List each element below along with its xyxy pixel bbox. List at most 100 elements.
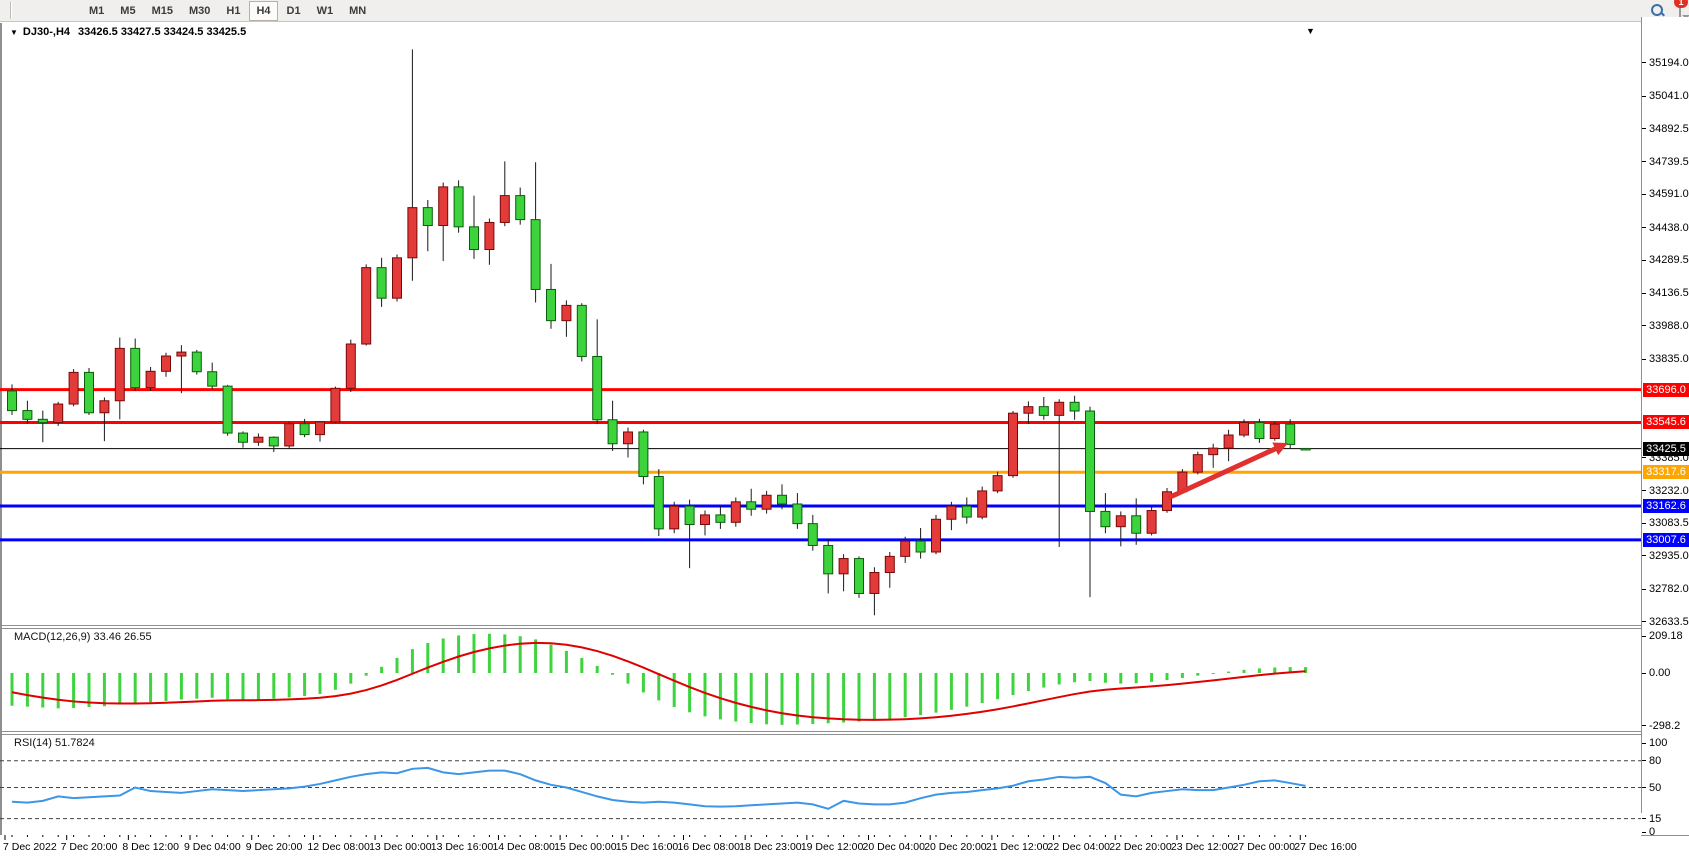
- candle: [531, 162, 540, 302]
- time-label: 23 Dec 12:00: [1171, 841, 1233, 853]
- time-label: 20 Dec 20:00: [924, 841, 986, 853]
- candle-body: [1039, 407, 1048, 416]
- timeframe-button-w1[interactable]: W1: [310, 1, 341, 21]
- time-label: 14 Dec 08:00: [492, 841, 554, 853]
- price-tick: 34892.5: [1642, 123, 1689, 135]
- candle: [38, 411, 47, 443]
- macd-histogram-bar: [904, 673, 907, 717]
- price-pane[interactable]: [0, 40, 1641, 625]
- price-badge: 33696.0: [1643, 383, 1689, 397]
- time-axis[interactable]: 7 Dec 20227 Dec 20:008 Dec 12:009 Dec 04…: [0, 835, 1641, 861]
- macd-histogram-bar: [842, 673, 845, 723]
- candle-body: [608, 420, 617, 444]
- macd-histogram-bar: [781, 673, 784, 725]
- candle: [716, 506, 725, 529]
- macd-histogram-bar: [550, 645, 553, 673]
- candle-body: [208, 372, 217, 386]
- notification-badge: 1: [1674, 0, 1688, 8]
- pane-divider[interactable]: [0, 625, 1689, 626]
- candle: [239, 431, 248, 447]
- timeframe-button-m1[interactable]: M1: [82, 1, 111, 21]
- candle: [146, 367, 155, 391]
- candle: [1147, 506, 1156, 535]
- timeframe-button-d1[interactable]: D1: [280, 1, 308, 21]
- candle: [192, 350, 201, 375]
- candle-body: [824, 545, 833, 573]
- candle: [1163, 488, 1172, 513]
- macd-pane[interactable]: [0, 628, 1641, 731]
- candle: [978, 487, 987, 520]
- candle-body: [562, 305, 571, 320]
- candle-body: [1286, 424, 1295, 444]
- candle: [608, 401, 617, 451]
- chevron-down-icon[interactable]: ▼: [10, 28, 18, 37]
- pane-divider[interactable]: [0, 628, 1689, 629]
- candle-body: [547, 289, 556, 320]
- candle: [839, 554, 848, 591]
- timeframe-button-m15[interactable]: M15: [145, 1, 180, 21]
- price-scale[interactable]: 35194.035041.034892.534739.534591.034438…: [1641, 17, 1689, 813]
- macd-histogram-bar: [365, 673, 368, 676]
- candle-body: [901, 541, 910, 556]
- macd-histogram-bar: [257, 673, 260, 700]
- timeframe-button-mn[interactable]: MN: [342, 1, 373, 21]
- macd-histogram-bar: [211, 673, 214, 698]
- time-label: 13 Dec 16:00: [431, 841, 493, 853]
- macd-histogram-bar: [1042, 673, 1045, 688]
- candle: [639, 430, 648, 485]
- chart-ohlc-values: 33426.5 33427.5 33424.5 33425.5: [78, 26, 246, 38]
- time-label: 15 Dec 16:00: [616, 841, 678, 853]
- pane-divider[interactable]: [0, 734, 1689, 735]
- candle: [1301, 448, 1310, 450]
- macd-histogram-bar: [950, 673, 953, 710]
- pane-divider[interactable]: [0, 731, 1689, 732]
- macd-histogram-bar: [11, 673, 14, 706]
- candle-body: [731, 502, 740, 523]
- macd-histogram-bar: [442, 638, 445, 673]
- candle: [1224, 430, 1233, 461]
- candle: [23, 401, 32, 424]
- price-tick: 34591.0: [1642, 188, 1689, 200]
- search-icon[interactable]: [1651, 4, 1665, 18]
- timeframe-button-m30[interactable]: M30: [182, 1, 217, 21]
- candle-body: [654, 476, 663, 528]
- time-label: 22 Dec 20:00: [1109, 841, 1171, 853]
- price-badge: 33545.6: [1643, 415, 1689, 429]
- timeframe-button-m5[interactable]: M5: [113, 1, 142, 21]
- candle-body: [947, 506, 956, 519]
- candle: [439, 183, 448, 262]
- macd-histogram-bar: [519, 636, 522, 673]
- candle-body: [162, 356, 171, 371]
- candle: [208, 363, 217, 389]
- timeframe-button-h1[interactable]: H1: [219, 1, 247, 21]
- time-label: 9 Dec 04:00: [184, 841, 241, 853]
- macd-histogram-bar: [1089, 673, 1092, 681]
- candle: [624, 428, 633, 458]
- candle: [69, 369, 78, 406]
- candle: [516, 188, 525, 225]
- candle: [316, 421, 325, 442]
- candle-body: [1009, 413, 1018, 475]
- macd-histogram-bar: [1027, 673, 1030, 691]
- macd-histogram-bar: [41, 673, 44, 708]
- rsi-pane[interactable]: [0, 734, 1641, 835]
- macd-histogram-bar: [288, 673, 291, 697]
- candle: [1009, 411, 1018, 478]
- candle-body: [269, 437, 278, 446]
- macd-histogram-bar: [488, 634, 491, 673]
- timeframe-button-h4[interactable]: H4: [249, 1, 277, 21]
- chart-shift-button[interactable]: ↤: [7, 0, 80, 2]
- candle-body: [69, 372, 78, 404]
- chart-shift-marker-icon[interactable]: ▼: [1306, 26, 1315, 36]
- macd-histogram-bar: [827, 673, 830, 723]
- candle-body: [177, 352, 186, 356]
- macd-histogram-bar: [1012, 673, 1015, 695]
- candle-body: [685, 506, 694, 524]
- rsi-tick: 80: [1642, 755, 1661, 767]
- candle-body: [762, 495, 771, 509]
- candle-body: [8, 391, 17, 411]
- candle-body: [146, 371, 155, 387]
- macd-histogram-bar: [858, 673, 861, 721]
- price-tick: 34289.5: [1642, 254, 1689, 266]
- candle-body: [1224, 435, 1233, 448]
